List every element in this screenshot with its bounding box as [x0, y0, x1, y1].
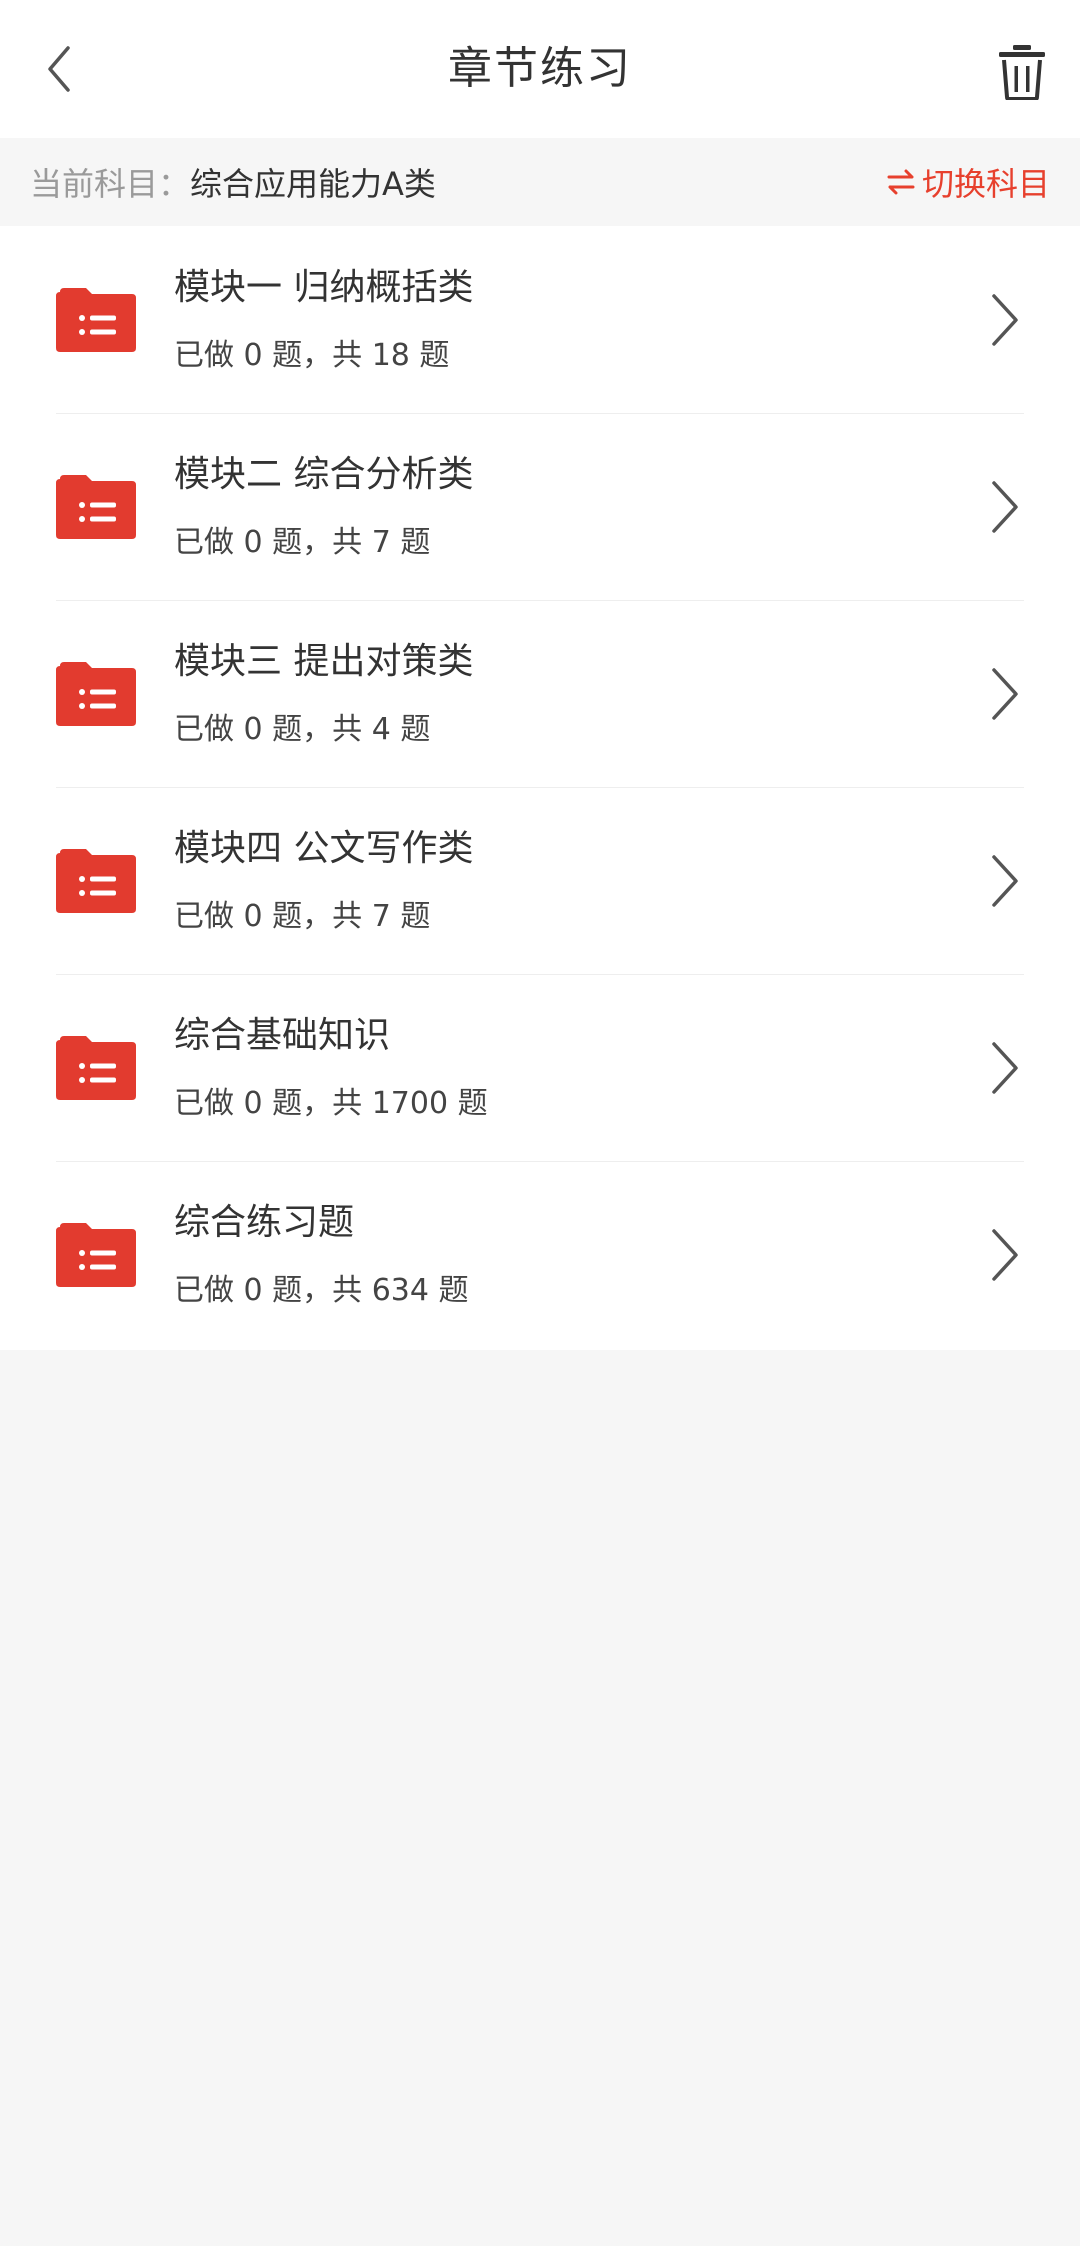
chevron-right-icon — [992, 1041, 1018, 1094]
chapter-item[interactable]: 综合基础知识 已做 0 题，共 1700 题 — [0, 974, 1080, 1161]
page-title: 章节练习 — [448, 43, 632, 94]
chapter-progress: 已做 0 题，共 4 题 — [174, 711, 431, 747]
chapter-progress: 已做 0 题，共 7 题 — [174, 898, 431, 934]
folder-list-icon — [56, 848, 136, 913]
chapter-progress: 已做 0 题，共 7 题 — [174, 524, 431, 560]
chapter-title: 模块四 公文写作类 — [174, 827, 474, 869]
folder-list-icon — [56, 1035, 136, 1100]
chapter-title: 模块二 综合分析类 — [174, 453, 474, 495]
subject-label: 当前科目： — [30, 165, 191, 203]
chapter-progress: 已做 0 题，共 634 题 — [174, 1272, 469, 1308]
app-header: 章节练习 — [0, 0, 1080, 138]
chapter-title: 综合基础知识 — [174, 1014, 391, 1056]
subject-bar: 当前科目： 综合应用能力A类 切换科目 — [0, 138, 1080, 226]
trash-icon — [999, 45, 1045, 100]
chapter-title: 模块一 归纳概括类 — [174, 266, 474, 308]
chapter-title: 综合练习题 — [174, 1201, 355, 1243]
chevron-right-icon — [992, 854, 1018, 907]
chapter-progress: 已做 0 题，共 1700 题 — [174, 1085, 488, 1121]
chapter-title: 模块三 提出对策类 — [174, 640, 474, 682]
delete-button[interactable] — [990, 40, 1054, 104]
chapter-item[interactable]: 模块二 综合分析类 已做 0 题，共 7 题 — [0, 413, 1080, 600]
chapter-item[interactable]: 模块一 归纳概括类 已做 0 题，共 18 题 — [0, 226, 1080, 413]
chapter-item[interactable]: 模块四 公文写作类 已做 0 题，共 7 题 — [0, 787, 1080, 974]
chapter-item[interactable]: 综合练习题 已做 0 题，共 634 题 — [0, 1161, 1080, 1348]
chevron-right-icon — [992, 1228, 1018, 1281]
switch-subject-button[interactable]: 切换科目 — [886, 159, 1050, 205]
switch-subject-label: 切换科目 — [921, 165, 1050, 203]
chapter-item[interactable]: 模块三 提出对策类 已做 0 题，共 4 题 — [0, 600, 1080, 787]
chevron-right-icon — [992, 293, 1018, 346]
chevron-right-icon — [992, 480, 1018, 533]
folder-list-icon — [56, 1222, 136, 1287]
folder-list-icon — [56, 287, 136, 352]
chapter-progress: 已做 0 题，共 18 题 — [174, 337, 450, 373]
folder-list-icon — [56, 474, 136, 539]
swap-arrows-icon — [887, 169, 915, 195]
subject-value: 综合应用能力A类 — [190, 165, 436, 203]
chevron-right-icon — [992, 667, 1018, 720]
folder-list-icon — [56, 661, 136, 726]
chapter-list: 模块一 归纳概括类 已做 0 题，共 18 题 模块二 综合分析类 已做 0 题… — [0, 226, 1080, 1350]
current-subject: 当前科目： 综合应用能力A类 — [30, 159, 436, 205]
